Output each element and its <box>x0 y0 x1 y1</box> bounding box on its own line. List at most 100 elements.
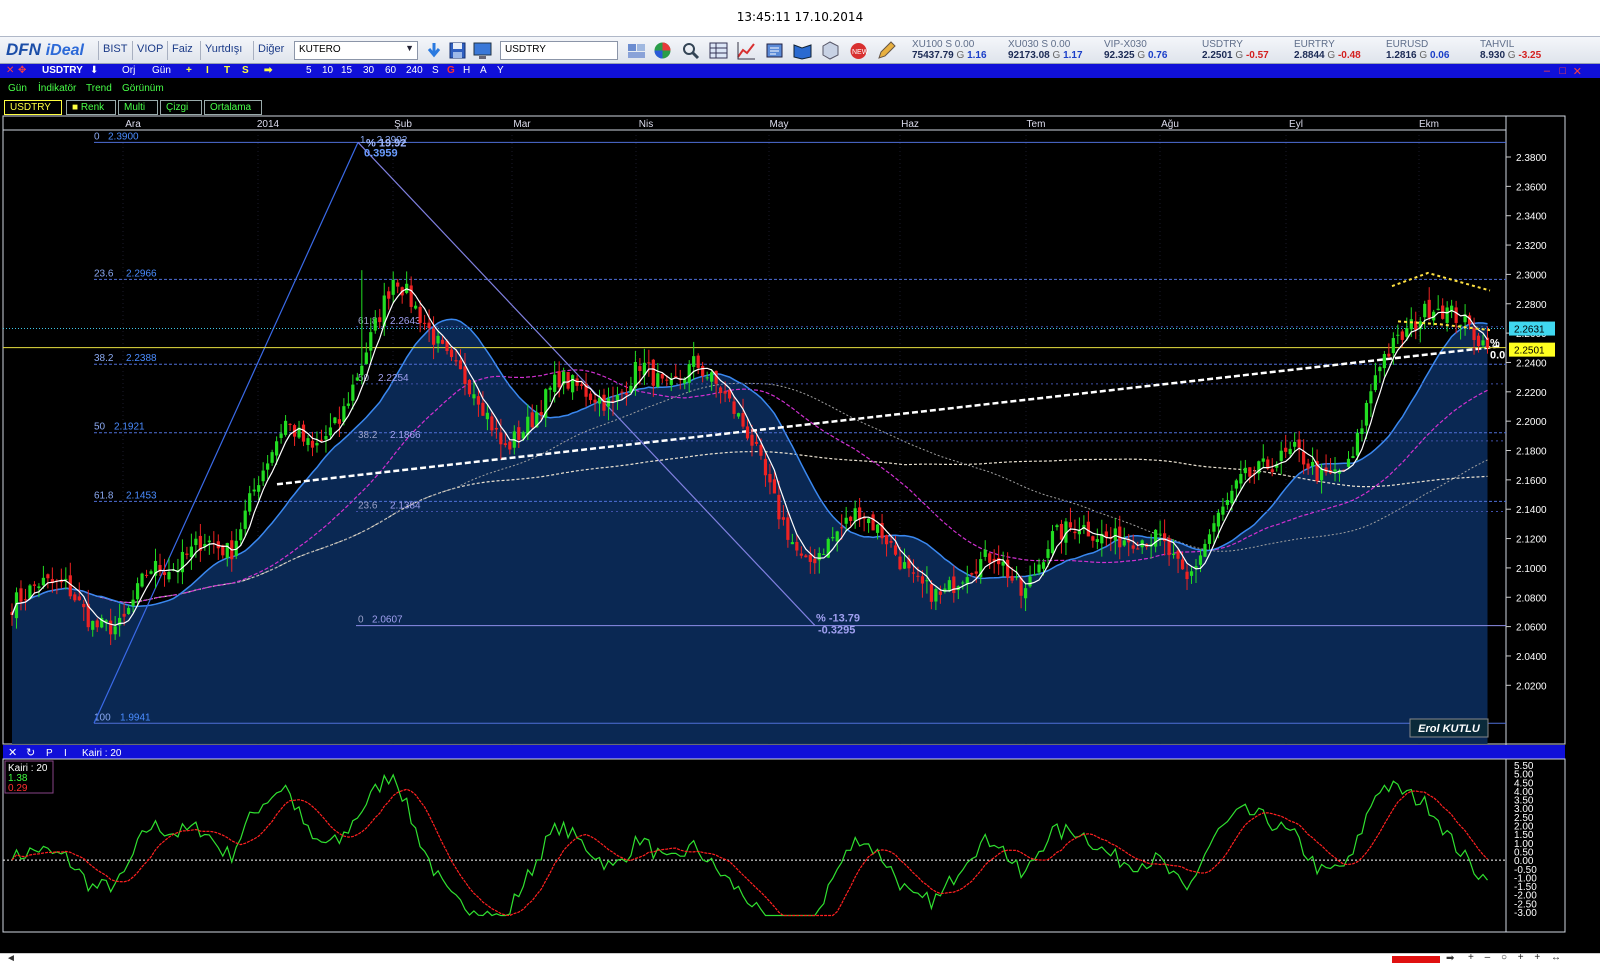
minimize-icon[interactable]: – <box>1544 65 1550 77</box>
fib-main-price: 2.1453 <box>126 490 157 501</box>
tab-renk[interactable]: ■ Renk <box>66 100 116 115</box>
candle-body <box>1158 533 1162 535</box>
candle-body <box>499 432 503 445</box>
fib-main-price: 1.9941 <box>120 712 151 723</box>
candle-body <box>82 603 86 608</box>
candle-body <box>831 537 835 539</box>
candle-body <box>1333 469 1337 472</box>
fib-main-price: 2.3900 <box>108 131 139 142</box>
period-60[interactable]: 60 <box>385 65 396 76</box>
menu-viop[interactable]: VIOP <box>137 43 163 55</box>
chart-symbol[interactable]: USDTRY <box>42 65 83 76</box>
candle-body <box>867 518 871 524</box>
menu-bist[interactable]: BIST <box>103 43 127 55</box>
tab-çizgi[interactable]: Çizgi <box>160 100 202 115</box>
quote-xu030[interactable]: XU030 S 0.00 92173.08 G 1.17 <box>1008 39 1083 61</box>
candle-body <box>140 573 144 587</box>
period-g[interactable]: G <box>447 65 455 76</box>
tab-ortalama[interactable]: Ortalama <box>204 100 262 115</box>
chart-tool-1[interactable]: I <box>206 65 209 76</box>
period-a[interactable]: A <box>480 65 487 76</box>
candle-body <box>1037 564 1041 573</box>
quote-value: 92173.08 <box>1008 50 1050 61</box>
quote-value: 8.930 <box>1480 50 1506 61</box>
submenu-item-2[interactable]: Trend <box>86 83 112 94</box>
arrows-icon[interactable]: ✥ <box>18 65 26 76</box>
price-chart-svg[interactable]: Ara 2014 Şub Mar Nis May Haz Tem Ağu Eyl Ekm 0 2.390… <box>0 79 1600 953</box>
fib-second-pct: 23.6 <box>358 501 378 512</box>
chart-period[interactable]: Gün <box>152 65 171 76</box>
alert-icon[interactable]: NEW <box>848 40 869 61</box>
download-small-icon[interactable]: ⬇ <box>90 65 98 76</box>
layout-icon[interactable] <box>626 40 647 61</box>
quote-vip-x030[interactable]: VIP-X030 92.325 G 0.76 <box>1104 39 1167 61</box>
table-icon[interactable] <box>708 40 729 61</box>
period-5[interactable]: 5 <box>306 65 312 76</box>
symbol-input[interactable]: USDTRY <box>500 41 618 60</box>
candle-body <box>1189 571 1194 576</box>
tab-multi[interactable]: Multi <box>118 100 158 115</box>
candle-body <box>73 594 77 601</box>
tab-label: Ortalama <box>210 102 252 113</box>
submenu-item-1[interactable]: İndikatör <box>38 83 76 94</box>
period-s[interactable]: S <box>432 65 439 76</box>
close-icon[interactable]: ✕ <box>6 65 14 76</box>
chart-icon[interactable] <box>736 40 757 61</box>
candle-body <box>1279 450 1283 461</box>
scroll-left-icon[interactable]: ◄ <box>6 953 16 964</box>
price-axis-label: 2.0600 <box>1516 623 1547 634</box>
candle-body <box>701 366 705 377</box>
news-icon[interactable] <box>764 40 785 61</box>
menu-diger[interactable]: Diğer <box>258 43 284 55</box>
quote-xu100[interactable]: XU100 S 0.00 75437.79 G 1.16 <box>912 39 987 61</box>
candle-body <box>1015 576 1019 578</box>
submenu-item-3[interactable]: Görünüm <box>122 83 164 94</box>
cube-icon[interactable] <box>820 40 841 61</box>
pen-icon[interactable] <box>876 40 897 61</box>
quote-eurusd[interactable]: EURUSD 1.2816 G 0.06 <box>1386 39 1449 61</box>
candle-body <box>1234 480 1238 489</box>
zoom-controls[interactable]: + – ○ + + ↔ <box>1468 952 1565 963</box>
chart-orj[interactable]: Orj <box>122 65 135 76</box>
period-y[interactable]: Y <box>497 65 504 76</box>
candle-body <box>185 553 189 555</box>
candle-body <box>1185 571 1189 580</box>
download-icon[interactable] <box>424 40 445 61</box>
period-10[interactable]: 10 <box>322 65 333 76</box>
chart-tool-3[interactable]: S <box>242 65 249 76</box>
quote-tahvil[interactable]: TAHVIL 8.930 G -3.25 <box>1480 39 1541 61</box>
save-icon[interactable] <box>447 40 468 61</box>
candle-body <box>1360 428 1364 434</box>
search-icon[interactable] <box>680 40 701 61</box>
chart-tool-4[interactable]: ➡ <box>264 65 272 76</box>
candle-body <box>418 306 422 323</box>
tab-usdtry[interactable]: USDTRY <box>4 100 62 115</box>
book-icon[interactable] <box>792 40 813 61</box>
globe-icon[interactable] <box>652 40 673 61</box>
logo-ideal-text: iDeal <box>45 42 84 59</box>
menu-faiz[interactable]: Faiz <box>172 43 193 55</box>
price-axis-label: 2.3600 <box>1516 182 1547 193</box>
tab-label: Renk <box>80 102 105 113</box>
menu-yurtdisi[interactable]: Yurtdışı <box>205 43 242 55</box>
close-window-icon[interactable]: ✕ <box>1573 65 1582 78</box>
candle-body <box>239 529 243 541</box>
period-15[interactable]: 15 <box>341 65 352 76</box>
candle-body <box>41 577 45 586</box>
quote-eurtry[interactable]: EURTRY 2.8844 G -0.48 <box>1294 39 1361 61</box>
scroll-right-icon[interactable]: ➡ <box>1446 953 1454 964</box>
candle-body <box>449 349 454 358</box>
chart-tool-0[interactable]: + <box>186 65 192 76</box>
candle-body <box>1293 442 1297 447</box>
period-240[interactable]: 240 <box>406 65 423 76</box>
period-30[interactable]: 30 <box>363 65 374 76</box>
submenu-item-0[interactable]: Gün <box>8 83 27 94</box>
period-h[interactable]: H <box>463 65 470 76</box>
scroll-thumb[interactable] <box>1392 956 1440 963</box>
chart-area[interactable]: Gün İndikatör Trend Görünüm USDTRY ■ Renk Mul… <box>0 79 1600 953</box>
chart-tool-2[interactable]: T <box>224 65 230 76</box>
broker-select[interactable]: KUTERO ▼ <box>294 41 418 60</box>
quote-usdtry[interactable]: USDTRY 2.2501 G -0.57 <box>1202 39 1269 61</box>
maximize-icon[interactable]: □ <box>1559 65 1566 77</box>
monitor-icon[interactable] <box>472 40 493 61</box>
